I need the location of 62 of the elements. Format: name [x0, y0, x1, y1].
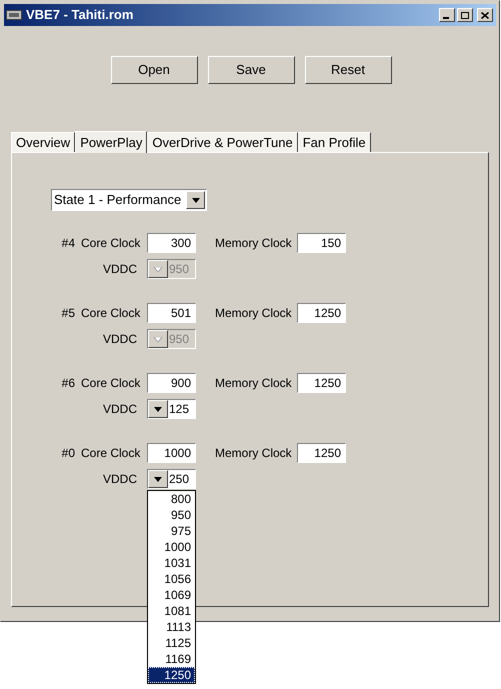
- minimize-button[interactable]: [439, 8, 455, 22]
- core-clock-field[interactable]: 900: [147, 373, 196, 393]
- state-number: #0: [60, 445, 75, 462]
- toolbar-button[interactable]: Open: [110, 56, 198, 84]
- caret-icon: [192, 198, 200, 202]
- state-number: #4: [60, 235, 75, 252]
- vddc-label: VDDC: [102, 471, 138, 488]
- tab[interactable]: Fan Profile: [298, 132, 371, 152]
- dropdown-button[interactable]: [186, 191, 205, 209]
- core-clock-label: Core Clock: [81, 235, 142, 252]
- memory-clock-field[interactable]: 1250: [297, 373, 346, 393]
- vddc-label: VDDC: [102, 261, 138, 278]
- dropdown-option[interactable]: 975: [148, 523, 195, 539]
- caret-icon: [154, 476, 162, 482]
- vddc-combo[interactable]: 250: [147, 469, 196, 489]
- dropdown-option[interactable]: 1031: [148, 555, 195, 571]
- dropdown-button[interactable]: [148, 470, 168, 488]
- chip-icon: [6, 9, 22, 21]
- core-clock-label: Core Clock: [81, 305, 142, 322]
- maximize-icon: [461, 12, 469, 18]
- dropdown-option[interactable]: 1125: [148, 635, 195, 651]
- memory-clock-label: Memory Clock: [215, 375, 293, 392]
- state-number: #6: [60, 375, 75, 392]
- caret-icon: [154, 406, 162, 412]
- state-number: #5: [60, 305, 75, 322]
- caret-icon: [154, 336, 162, 342]
- dropdown-option[interactable]: 1113: [148, 619, 195, 635]
- close-button[interactable]: [477, 8, 493, 22]
- vddc-combo[interactable]: 125: [147, 399, 196, 419]
- window-title: VBE7 - Tahiti.rom: [26, 6, 134, 24]
- close-icon: [481, 12, 489, 18]
- memory-clock-label: Memory Clock: [215, 235, 293, 252]
- vddc-value: 950: [168, 261, 190, 278]
- toolbar-button[interactable]: Save: [208, 56, 294, 84]
- dropdown-option[interactable]: 950: [148, 507, 195, 523]
- vddc-value: 125: [168, 401, 190, 418]
- dropdown-button[interactable]: [148, 400, 168, 418]
- vddc-value: 250: [168, 471, 190, 488]
- dropdown-option[interactable]: 1000: [148, 539, 195, 555]
- vddc-label: VDDC: [102, 331, 138, 348]
- memory-clock-label: Memory Clock: [215, 445, 293, 462]
- state-select[interactable]: State 1 - Performance: [51, 189, 207, 211]
- dropdown-option[interactable]: 800: [148, 491, 195, 507]
- dropdown-option[interactable]: 1056: [148, 571, 195, 587]
- dropdown-option[interactable]: 1169: [148, 651, 195, 667]
- vddc-label: VDDC: [102, 401, 138, 418]
- tab[interactable]: OverDrive & PowerTune: [147, 132, 298, 152]
- core-clock-field[interactable]: 1000: [147, 443, 196, 463]
- memory-clock-field[interactable]: 1250: [297, 443, 346, 463]
- tab[interactable]: PowerPlay: [75, 131, 148, 153]
- caret-icon: [154, 266, 162, 272]
- dropdown-option[interactable]: 1250: [148, 667, 195, 683]
- core-clock-label: Core Clock: [81, 375, 142, 392]
- maximize-button[interactable]: [457, 8, 473, 22]
- toolbar-button[interactable]: Reset: [304, 56, 392, 84]
- state-select-value: State 1 - Performance: [53, 191, 182, 210]
- vddc-value: 950: [168, 331, 190, 348]
- memory-clock-label: Memory Clock: [215, 305, 293, 322]
- dropdown-option[interactable]: 1069: [148, 587, 195, 603]
- dropdown-option[interactable]: 1081: [148, 603, 195, 619]
- tab[interactable]: Overview: [11, 132, 76, 152]
- core-clock-label: Core Clock: [81, 445, 142, 462]
